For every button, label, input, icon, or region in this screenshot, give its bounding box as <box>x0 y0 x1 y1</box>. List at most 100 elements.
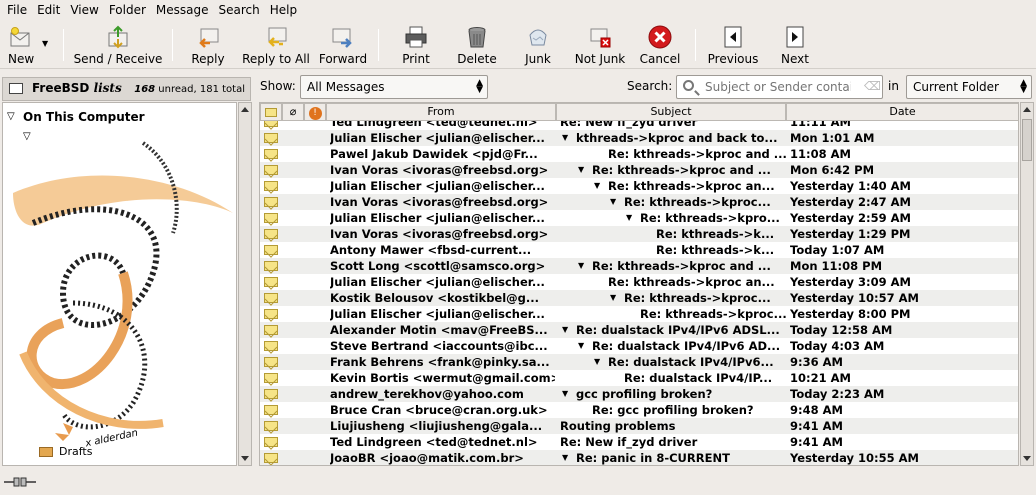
menu-file[interactable]: File <box>2 0 32 20</box>
menu-folder[interactable]: Folder <box>104 0 151 20</box>
message-row[interactable]: Julian Elischer <julian@elischer... ▼ Re: … <box>260 178 1018 194</box>
thread-expander-icon[interactable]: ▼ <box>562 130 568 146</box>
thread-expander-icon[interactable]: ▼ <box>594 178 600 194</box>
thread-expander-icon[interactable]: ▼ <box>562 386 568 402</box>
unread-envelope-icon[interactable] <box>264 245 278 255</box>
message-row[interactable]: JoaoBR <joao@matik.com.br> ▼ Re: panic in … <box>260 450 1018 465</box>
unread-envelope-icon[interactable] <box>264 357 278 367</box>
menu-message[interactable]: Message <box>151 0 214 20</box>
menu-help[interactable]: Help <box>265 0 302 20</box>
message-row[interactable]: Ivan Voras <ivoras@freebsd.org> ▼ Re: kthr… <box>260 194 1018 210</box>
folder-tree-scrollbar[interactable] <box>238 102 252 466</box>
search-icon[interactable] <box>683 80 694 91</box>
unread-envelope-icon[interactable] <box>264 213 278 223</box>
scroll-down-icon[interactable] <box>1023 456 1031 461</box>
message-row[interactable]: Julian Elischer <julian@elischer... Re: k… <box>260 306 1018 322</box>
message-row[interactable]: Julian Elischer <julian@elischer... ▼ kthr… <box>260 130 1018 146</box>
send-receive-button[interactable]: Send / Receive <box>70 21 166 67</box>
unread-envelope-icon[interactable] <box>264 405 278 415</box>
online-status-icon[interactable] <box>4 477 36 487</box>
message-row[interactable]: Julian Elischer <julian@elischer... Re: k… <box>260 274 1018 290</box>
thread-expander-icon[interactable]: ▼ <box>562 322 568 338</box>
message-row[interactable]: Ivan Voras <ivoras@freebsd.org> ▼ Re: kthr… <box>260 162 1018 178</box>
print-button[interactable]: Print <box>390 21 442 67</box>
reply-button[interactable]: Reply <box>182 21 234 67</box>
message-row[interactable]: Kostik Belousov <kostikbel@g... ▼ Re: kthr… <box>260 290 1018 306</box>
new-button[interactable]: ▼ New <box>2 21 54 67</box>
attachment-column-header[interactable]: ⌀ <box>282 103 304 121</box>
message-row[interactable]: Pawel Jakub Dawidek <pjd@Fr... Re: kthrea… <box>260 146 1018 162</box>
previous-button[interactable]: Previous <box>704 21 762 67</box>
thread-expander-icon[interactable]: ▼ <box>562 450 568 465</box>
unread-envelope-icon[interactable] <box>264 149 278 159</box>
from-column-header[interactable]: From <box>326 103 556 121</box>
tree-expander-icon[interactable]: ▽ <box>7 111 15 122</box>
cancel-button[interactable]: Cancel <box>634 21 686 67</box>
unread-envelope-icon[interactable] <box>264 261 278 271</box>
scrollbar-thumb[interactable] <box>1022 119 1032 161</box>
clear-search-icon[interactable]: ⌫ <box>864 79 881 95</box>
unread-envelope-icon[interactable] <box>264 165 278 175</box>
message-row[interactable]: Kevin Bortis <wermut@gmail.com> Re: duals… <box>260 370 1018 386</box>
message-row[interactable]: andrew_terekhov@yahoo.com ▼ gcc profiling … <box>260 386 1018 402</box>
message-row[interactable]: Frank Behrens <frank@pinky.sa... ▼ Re: dua… <box>260 354 1018 370</box>
date-column-header[interactable]: Date <box>786 103 1018 121</box>
thread-expander-icon[interactable]: ▼ <box>578 338 584 354</box>
next-button[interactable]: Next <box>770 21 820 67</box>
flag-column-header[interactable]: ! <box>304 103 326 121</box>
unread-envelope-icon[interactable] <box>264 293 278 303</box>
unread-envelope-icon[interactable] <box>264 341 278 351</box>
message-subject: Re: kthreads->kproc an... <box>608 275 775 289</box>
message-subject-cell: Re: kthreads->kproc... <box>560 306 786 322</box>
unread-envelope-icon[interactable] <box>264 325 278 335</box>
scroll-up-icon[interactable] <box>1023 107 1031 112</box>
unread-envelope-icon[interactable] <box>264 133 278 143</box>
drafts-folder[interactable]: Drafts <box>59 445 92 458</box>
thread-expander-icon[interactable]: ▼ <box>610 194 616 210</box>
scroll-down-icon[interactable] <box>241 456 249 461</box>
thread-expander-icon[interactable]: ▼ <box>578 258 584 274</box>
show-filter-combo[interactable]: All Messages ▲ ▼ <box>300 75 488 99</box>
unread-envelope-icon[interactable] <box>264 389 278 399</box>
menu-edit[interactable]: Edit <box>32 0 65 20</box>
search-field[interactable]: ⌫ <box>676 75 883 99</box>
status-column-header[interactable] <box>260 103 282 121</box>
menu-view[interactable]: View <box>65 0 103 20</box>
message-row[interactable]: Ted Lindgreen <ted@tednet.nl> Re: New if_… <box>260 434 1018 450</box>
message-list-scrollbar[interactable] <box>1020 102 1034 466</box>
delete-button[interactable]: Delete <box>450 21 504 67</box>
subject-column-header[interactable]: Subject <box>556 103 786 121</box>
thread-expander-icon[interactable]: ▼ <box>578 162 584 178</box>
search-input[interactable] <box>703 78 853 96</box>
message-row[interactable]: Scott Long <scottl@samsco.org> ▼ Re: kthre… <box>260 258 1018 274</box>
tree-root-label[interactable]: On This Computer <box>23 110 145 124</box>
thread-expander-icon[interactable]: ▼ <box>610 290 616 306</box>
message-row[interactable]: Ivan Voras <ivoras@freebsd.org> Re: kthre… <box>260 226 1018 242</box>
unread-envelope-icon[interactable] <box>264 181 278 191</box>
unread-envelope-icon[interactable] <box>264 229 278 239</box>
unread-envelope-icon[interactable] <box>264 373 278 383</box>
subtree-expander-icon[interactable]: ▽ <box>23 131 31 142</box>
scroll-up-icon[interactable] <box>241 107 249 112</box>
message-row[interactable]: Julian Elischer <julian@elischer... ▼ Re: … <box>260 210 1018 226</box>
unread-envelope-icon[interactable] <box>264 277 278 287</box>
unread-envelope-icon[interactable] <box>264 437 278 447</box>
message-row[interactable]: Antony Mawer <fbsd-current... Re: kthread… <box>260 242 1018 258</box>
message-row[interactable]: Bruce Cran <bruce@cran.org.uk> Re: gcc pr… <box>260 402 1018 418</box>
unread-envelope-icon[interactable] <box>264 197 278 207</box>
unread-envelope-icon[interactable] <box>264 309 278 319</box>
junk-button[interactable]: Junk <box>514 21 562 67</box>
reply-all-button[interactable]: Reply to All <box>240 21 312 67</box>
thread-expander-icon[interactable]: ▼ <box>594 354 600 370</box>
search-scope-combo[interactable]: Current Folder ▲ ▼ <box>906 75 1032 99</box>
message-row[interactable]: Liujiusheng <liujiusheng@gala... Routing … <box>260 418 1018 434</box>
thread-expander-icon[interactable]: ▼ <box>626 210 632 226</box>
not-junk-button[interactable]: Not Junk <box>570 21 630 67</box>
message-row[interactable]: Alexander Motin <mav@FreeBS... ▼ Re: duals… <box>260 322 1018 338</box>
forward-button[interactable]: Forward <box>314 21 372 67</box>
unread-envelope-icon[interactable] <box>264 421 278 431</box>
message-row[interactable]: Steve Bertrand <iaccounts@ibc... ▼ Re: dua… <box>260 338 1018 354</box>
new-dropdown-arrow-icon[interactable]: ▼ <box>42 39 48 48</box>
menu-search[interactable]: Search <box>214 0 265 20</box>
unread-envelope-icon[interactable] <box>264 453 278 463</box>
